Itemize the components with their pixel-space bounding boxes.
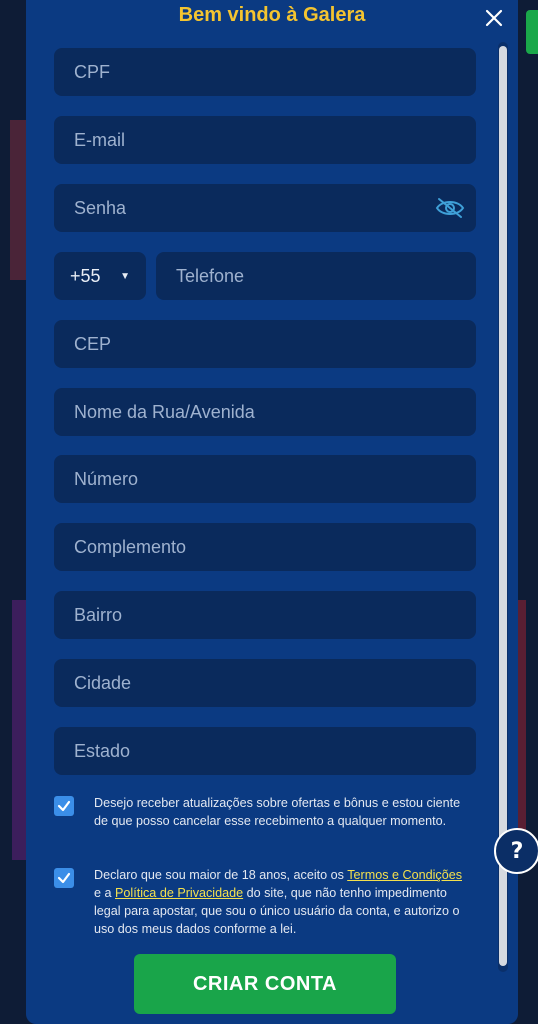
- age-consent-text-part: e a: [94, 886, 116, 900]
- cep-field[interactable]: CEP: [54, 320, 476, 368]
- offers-consent-row: Desejo receber atualizações sobre oferta…: [54, 794, 464, 830]
- city-placeholder: Cidade: [74, 672, 132, 693]
- email-placeholder: E-mail: [74, 129, 126, 150]
- age-consent-text-part: Declaro que sou maior de 18 anos, aceito…: [94, 868, 348, 882]
- background-banner: [10, 120, 26, 280]
- background-card: [12, 600, 26, 860]
- signup-modal: Bem vindo à Galera CPF E-mail Senha +55 …: [26, 0, 518, 1024]
- cep-placeholder: CEP: [74, 333, 112, 354]
- city-field[interactable]: Cidade: [54, 659, 476, 707]
- terms-link[interactable]: Termos e Condições: [347, 868, 462, 882]
- close-icon[interactable]: [484, 8, 504, 28]
- email-field[interactable]: E-mail: [54, 116, 476, 164]
- age-checkbox[interactable]: [54, 868, 74, 888]
- street-field[interactable]: Nome da Rua/Avenida: [54, 388, 476, 436]
- modal-title: Bem vindo à Galera: [178, 4, 366, 26]
- street-placeholder: Nome da Rua/Avenida: [74, 401, 255, 422]
- create-account-button[interactable]: CRIAR CONTA: [134, 954, 396, 1014]
- help-button[interactable]: ?: [494, 828, 538, 874]
- cpf-field[interactable]: CPF: [54, 48, 476, 96]
- chevron-down-icon: ▼: [120, 270, 130, 282]
- cpf-placeholder: CPF: [74, 61, 110, 82]
- offers-consent-text: Desejo receber atualizações sobre oferta…: [94, 796, 461, 828]
- state-placeholder: Estado: [74, 740, 131, 761]
- offers-checkbox[interactable]: [54, 796, 74, 816]
- check-icon: [57, 872, 71, 884]
- phone-placeholder: Telefone: [176, 265, 245, 286]
- scrollbar-thumb[interactable]: [499, 46, 507, 966]
- password-field[interactable]: Senha: [54, 184, 476, 232]
- state-field[interactable]: Estado: [54, 727, 476, 775]
- district-field[interactable]: Bairro: [54, 591, 476, 639]
- complement-field[interactable]: Complemento: [54, 523, 476, 571]
- background-button: [526, 10, 538, 54]
- password-placeholder: Senha: [74, 197, 127, 218]
- country-code-value: +55: [70, 265, 101, 286]
- question-icon: ?: [510, 838, 524, 864]
- privacy-link[interactable]: Política de Privacidade: [115, 886, 243, 900]
- eye-off-icon[interactable]: [434, 196, 466, 220]
- complement-placeholder: Complemento: [74, 536, 187, 557]
- age-consent-row: Declaro que sou maior de 18 anos, aceito…: [54, 866, 464, 938]
- district-placeholder: Bairro: [74, 604, 123, 625]
- check-icon: [57, 800, 71, 812]
- country-code-select[interactable]: +55 ▼: [54, 252, 146, 300]
- number-placeholder: Número: [74, 468, 139, 489]
- number-field[interactable]: Número: [54, 455, 476, 503]
- age-consent-text: Declaro que sou maior de 18 anos, aceito…: [94, 866, 464, 938]
- phone-field[interactable]: Telefone: [156, 252, 476, 300]
